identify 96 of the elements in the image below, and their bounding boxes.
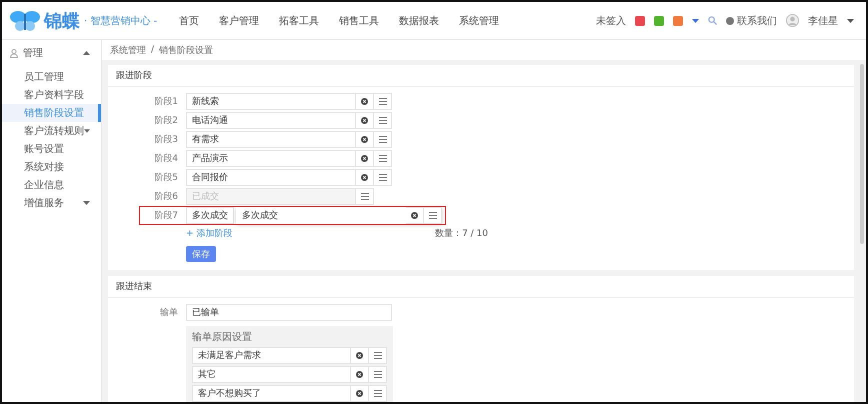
close-icon <box>361 98 368 105</box>
contact-link[interactable]: 联系我们 <box>737 14 777 28</box>
menu-icon <box>378 117 386 124</box>
menu-icon <box>378 136 386 143</box>
stage-input[interactable]: 电话沟通 <box>186 112 356 129</box>
lost-label: 输单 <box>159 306 178 319</box>
clear-button[interactable] <box>356 169 374 186</box>
clear-button[interactable] <box>356 150 374 167</box>
card-title: 跟进结束 <box>108 276 854 298</box>
sidebar-item[interactable]: 账号设置 <box>2 140 101 158</box>
drag-handle[interactable] <box>374 93 392 110</box>
search-icon[interactable] <box>708 16 717 25</box>
user-icon <box>10 48 18 58</box>
breadcrumb-item: 销售阶段设置 <box>159 44 214 56</box>
menu-icon <box>378 155 386 162</box>
menu-icon <box>378 174 386 181</box>
sidebar-item[interactable]: 客户流转规则 <box>2 122 101 140</box>
drag-handle[interactable] <box>374 169 392 186</box>
drag-handle[interactable] <box>369 347 387 364</box>
menu-icon <box>374 371 382 378</box>
clear-button[interactable] <box>356 112 374 129</box>
caret-icon <box>84 129 90 133</box>
nav-item[interactable]: 系统管理 <box>459 14 500 28</box>
butterfly-logo-icon <box>10 10 40 32</box>
lost-input[interactable]: 已输单 <box>186 304 392 321</box>
stage-input[interactable]: 新线索 <box>186 93 356 110</box>
breadcrumb-separator: / <box>151 45 154 55</box>
dragged-stage[interactable]: 多次成交 <box>236 207 442 224</box>
clear-button[interactable] <box>351 385 369 402</box>
quick-icon[interactable] <box>654 16 664 26</box>
sidebar-item[interactable]: 企业信息 <box>2 176 101 194</box>
menu-icon <box>378 98 386 105</box>
stage-input[interactable]: 多次成交 <box>186 207 234 224</box>
nav-item[interactable]: 客户管理 <box>219 14 260 28</box>
quick-icon[interactable] <box>635 16 645 26</box>
logo-subtitle: · 智慧营销中心 - <box>84 14 158 28</box>
clear-button[interactable] <box>406 207 424 224</box>
reason-input[interactable]: 其它 <box>192 366 351 383</box>
user-name[interactable]: 李佳星 <box>808 14 838 28</box>
quick-icon[interactable] <box>673 16 683 26</box>
close-icon <box>411 212 418 219</box>
menu-icon <box>360 193 368 200</box>
close-icon <box>361 155 368 162</box>
close-icon <box>361 174 368 181</box>
sidebar-item[interactable]: 增值服务 <box>2 194 101 212</box>
close-icon <box>361 136 368 143</box>
stage-label: 阶段4 <box>153 152 178 165</box>
breadcrumb-item[interactable]: 系统管理 <box>110 44 146 56</box>
sidebar-item[interactable]: 系统对接 <box>2 158 101 176</box>
reason-input[interactable]: 未满足客户需求 <box>192 347 351 364</box>
drag-handle[interactable] <box>374 112 392 129</box>
logo-text: 锦蝶 <box>44 10 80 32</box>
sidebar-item[interactable]: 客户资料字段 <box>2 86 101 104</box>
stage-input[interactable]: 有需求 <box>186 131 356 148</box>
stage-input: 已成交 <box>186 188 356 205</box>
caret-icon <box>83 51 90 55</box>
stage-label: 阶段5 <box>153 172 178 184</box>
drag-handle[interactable] <box>374 150 392 167</box>
menu-icon <box>374 352 382 359</box>
nav-item[interactable]: 数据报表 <box>399 14 440 28</box>
drag-handle[interactable] <box>369 366 387 383</box>
stage-label: 阶段2 <box>153 114 178 127</box>
menu-icon <box>374 390 382 397</box>
nav-item[interactable]: 拓客工具 <box>279 14 320 28</box>
stage-input[interactable]: 合同报价 <box>186 169 356 186</box>
close-icon <box>356 352 363 359</box>
clear-button[interactable] <box>351 347 369 364</box>
stage-label: 阶段6 <box>153 190 178 203</box>
status-text: 未签入 <box>596 14 626 28</box>
chat-icon <box>726 16 734 24</box>
drag-handle[interactable] <box>369 385 387 402</box>
reason-input[interactable]: 客户不想购买了 <box>192 385 351 402</box>
card-title: 跟进阶段 <box>108 65 854 87</box>
menu-icon <box>428 212 436 219</box>
close-icon <box>356 390 363 397</box>
nav-item[interactable]: 销售工具 <box>339 14 380 28</box>
sidebar-group[interactable]: 管理 <box>2 44 101 62</box>
caret-icon <box>692 18 699 22</box>
clear-button[interactable] <box>351 366 369 383</box>
stage-label: 阶段3 <box>153 134 178 146</box>
caret-icon <box>83 201 90 205</box>
stage-label: 阶段7 <box>153 210 178 222</box>
sidebar-item[interactable]: 员工管理 <box>2 68 101 86</box>
panel-title: 输单原因设置 <box>192 330 253 344</box>
stage-count: 数量：7 / 10 <box>435 228 488 240</box>
drag-handle[interactable] <box>424 207 442 224</box>
clear-button[interactable] <box>356 93 374 110</box>
close-icon <box>356 371 363 378</box>
sidebar-group-label: 管理 <box>23 47 43 60</box>
stage-label: 阶段1 <box>153 96 178 108</box>
stage-input[interactable]: 产品演示 <box>186 150 356 167</box>
close-icon <box>361 117 368 124</box>
nav-item[interactable]: 首页 <box>179 14 200 28</box>
clear-button[interactable] <box>356 131 374 148</box>
caret-icon <box>847 18 854 22</box>
drag-handle[interactable] <box>374 131 392 148</box>
